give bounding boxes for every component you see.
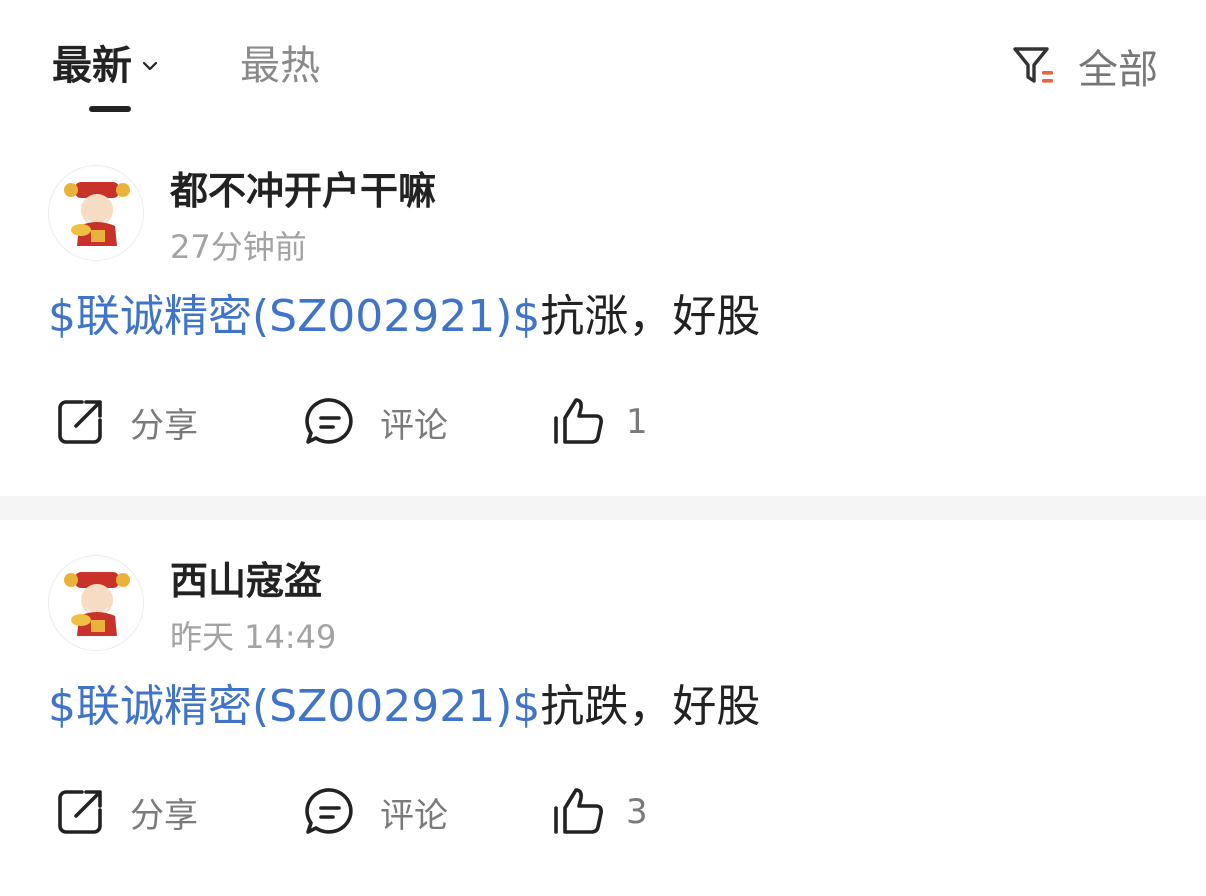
post-time: 27分钟前 bbox=[170, 228, 307, 266]
post-text: 抗跌，好股 bbox=[540, 681, 761, 732]
post-author[interactable]: 西山寇盗 bbox=[170, 550, 322, 605]
comment-button[interactable]: 评论 bbox=[302, 780, 448, 844]
tab-hot-label: 最热 bbox=[240, 43, 320, 89]
post-author[interactable]: 都不冲开户干嘛 bbox=[170, 160, 436, 215]
post-time: 昨天 14:49 bbox=[170, 618, 337, 656]
post-actions: 分享 评论 1 bbox=[0, 390, 1206, 454]
feed-tab-bar: 最新 最热 全部 bbox=[0, 0, 1206, 130]
avatar-image bbox=[50, 557, 143, 650]
share-button[interactable]: 分享 bbox=[52, 390, 198, 454]
share-icon bbox=[58, 400, 102, 444]
post-card[interactable]: 西山寇盗 昨天 14:49 $联诚精密(SZ002921)$抗跌，好股 分享 评… bbox=[0, 520, 1206, 886]
avatar-image bbox=[50, 167, 143, 260]
post-text: 抗涨，好股 bbox=[540, 291, 761, 342]
active-tab-indicator bbox=[89, 106, 131, 112]
share-label: 分享 bbox=[130, 795, 198, 836]
post-actions: 分享 评论 3 bbox=[0, 780, 1206, 844]
post-card[interactable]: 都不冲开户干嘛 27分钟前 $联诚精密(SZ002921)$抗涨，好股 分享 评… bbox=[0, 130, 1206, 496]
post-content: $联诚精密(SZ002921)$抗跌，好股 bbox=[48, 675, 760, 739]
thumbs-up-icon bbox=[554, 398, 603, 444]
tab-hot[interactable]: 最热 bbox=[240, 38, 320, 94]
post-separator bbox=[0, 496, 1206, 520]
filter-button[interactable]: 全部 bbox=[1010, 38, 1158, 94]
chevron-down-icon bbox=[142, 61, 158, 71]
filter-label: 全部 bbox=[1078, 47, 1158, 93]
share-icon bbox=[58, 790, 102, 834]
like-button[interactable]: 1 bbox=[550, 390, 648, 454]
comment-icon bbox=[305, 788, 353, 834]
avatar[interactable] bbox=[48, 165, 144, 261]
thumbs-up-icon bbox=[554, 788, 603, 834]
stock-tag-link[interactable]: $联诚精密(SZ002921)$ bbox=[48, 291, 540, 342]
like-count: 1 bbox=[626, 402, 648, 442]
share-label: 分享 bbox=[130, 405, 198, 446]
like-button[interactable]: 3 bbox=[550, 780, 648, 844]
filter-icon bbox=[1013, 47, 1053, 83]
like-count: 3 bbox=[626, 792, 648, 832]
tab-latest-label: 最新 bbox=[52, 43, 132, 89]
share-button[interactable]: 分享 bbox=[52, 780, 198, 844]
comment-icon bbox=[305, 398, 353, 444]
stock-tag-link[interactable]: $联诚精密(SZ002921)$ bbox=[48, 681, 540, 732]
avatar[interactable] bbox=[48, 555, 144, 651]
tab-latest[interactable]: 最新 bbox=[52, 38, 160, 94]
post-content: $联诚精密(SZ002921)$抗涨，好股 bbox=[48, 285, 760, 349]
comment-label: 评论 bbox=[380, 795, 448, 836]
comment-label: 评论 bbox=[380, 405, 448, 446]
comment-button[interactable]: 评论 bbox=[302, 390, 448, 454]
